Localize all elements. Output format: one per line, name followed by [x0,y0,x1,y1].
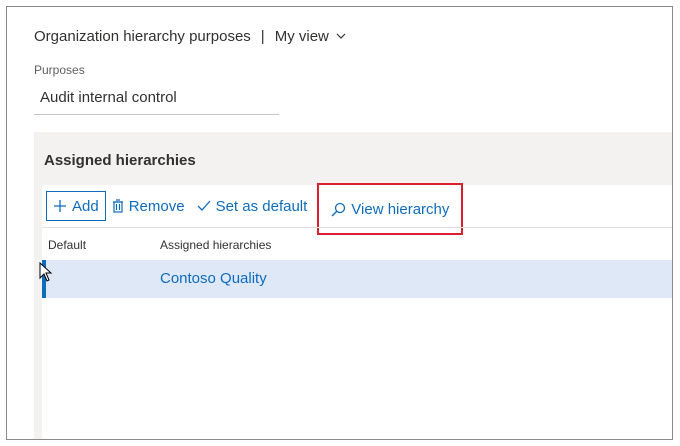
column-header-assigned-hierarchies[interactable]: Assigned hierarchies [160,238,271,252]
title-separator: | [260,27,265,45]
checkmark-icon [197,200,211,211]
view-selector[interactable]: My view [275,28,347,45]
page-frame: Organization hierarchy purposes | My vie… [6,6,673,440]
page-title: Organization hierarchy purposes [34,27,251,45]
view-hierarchy-label: View hierarchy [351,200,450,218]
chevron-down-icon [336,33,346,39]
grid-toolbar: Add Remove Set as default View hierarchy [42,183,672,235]
trash-icon [112,199,123,213]
page-title-row: Organization hierarchy purposes | My vie… [34,25,347,47]
hierarchy-cell[interactable]: Contoso Quality [160,270,267,287]
set-as-default-label: Set as default [215,197,308,215]
add-button-label: Add [72,197,99,215]
table-row[interactable]: Contoso Quality [42,260,672,298]
column-header-default[interactable]: Default [48,238,86,252]
purposes-label: Purposes [34,63,85,77]
add-button[interactable]: Add [46,191,106,221]
grid-header: Default Assigned hierarchies [42,227,672,260]
assigned-hierarchies-grid-area: Add Remove Set as default View hierarchy… [42,183,672,439]
remove-button-label: Remove [128,197,185,215]
remove-button[interactable]: Remove [106,192,191,220]
purposes-field[interactable]: Audit internal control [34,87,279,115]
search-icon [331,202,346,216]
set-as-default-button[interactable]: Set as default [191,192,314,220]
assigned-hierarchies-panel: Assigned hierarchies Add Remove Set as d… [34,132,672,439]
assigned-hierarchies-title: Assigned hierarchies [44,152,196,169]
mouse-pointer-icon [39,262,53,282]
plus-icon [54,200,66,212]
view-selector-label: My view [274,27,329,45]
